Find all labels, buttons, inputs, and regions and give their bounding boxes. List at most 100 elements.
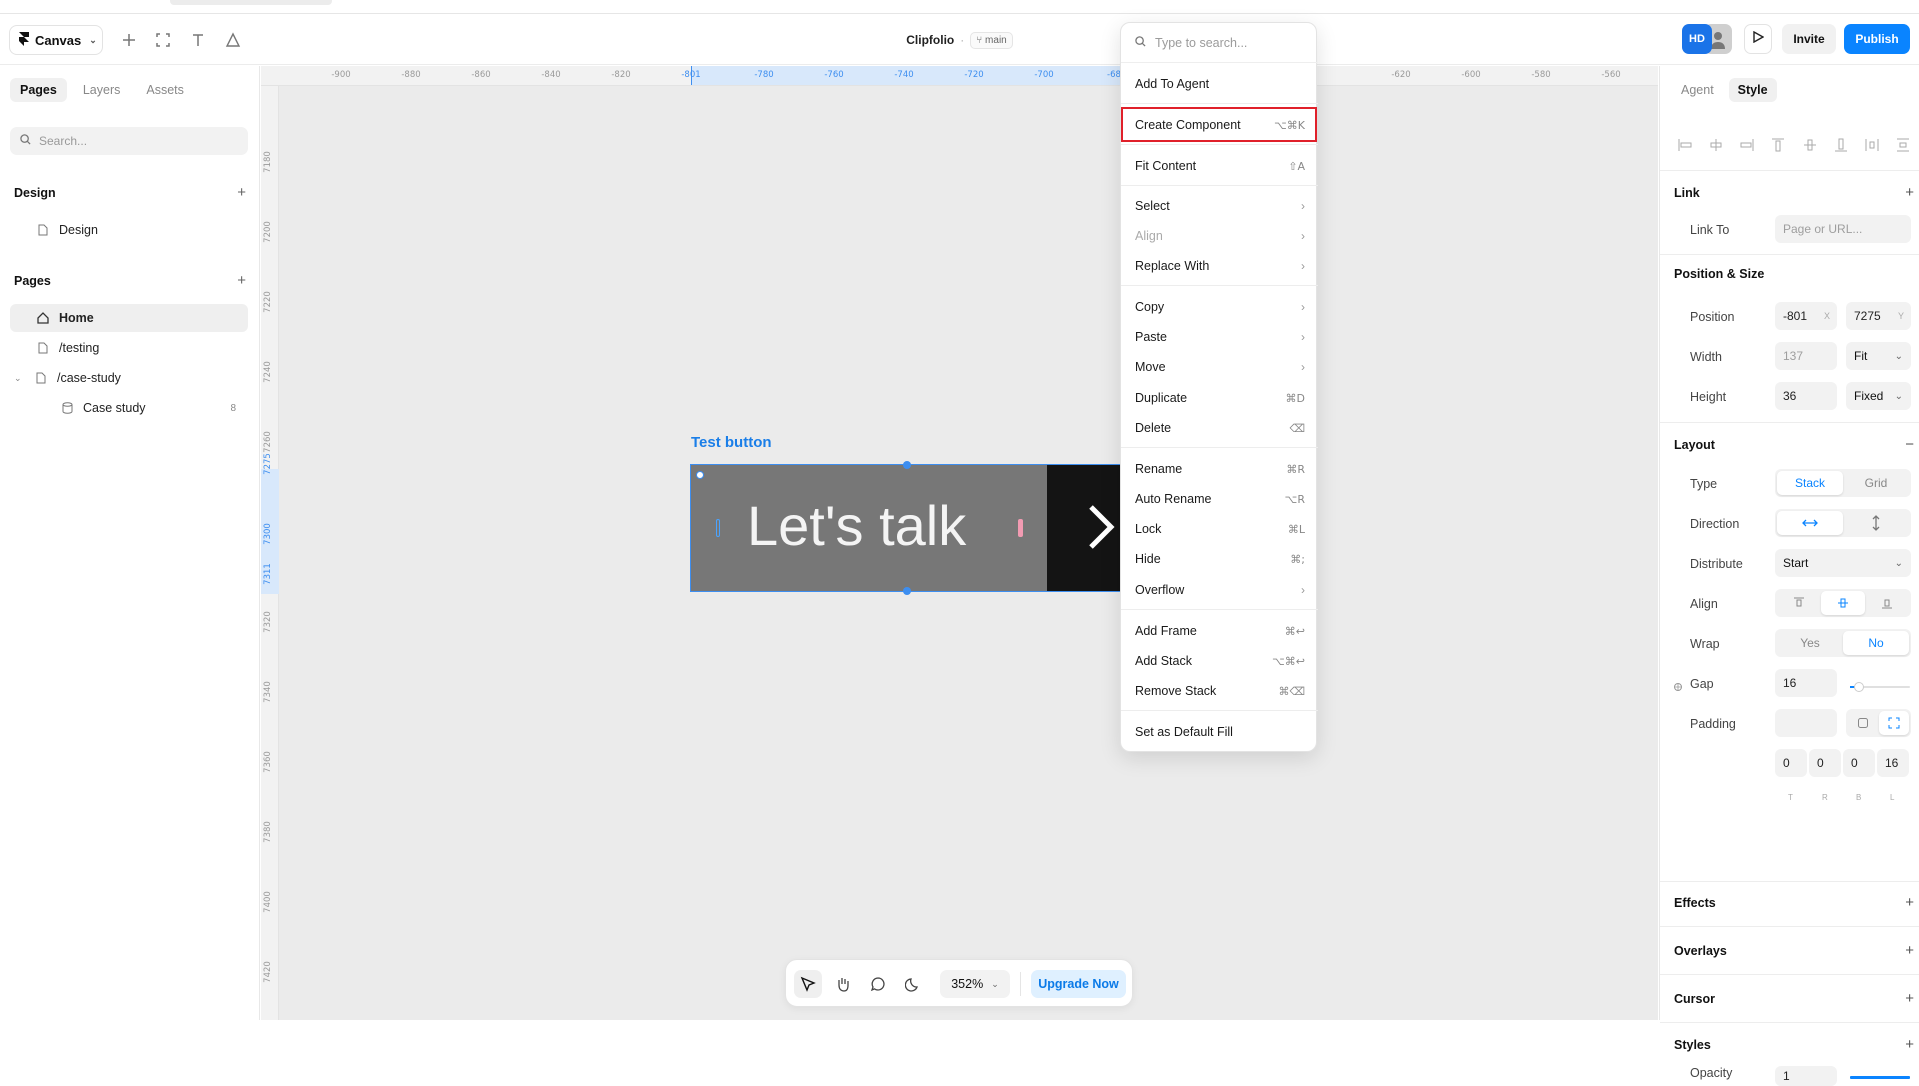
add-page-plus-icon[interactable]: + — [237, 272, 246, 289]
publish-button[interactable]: Publish — [1844, 24, 1910, 54]
design-item[interactable]: Design — [10, 216, 248, 244]
page-item-testing[interactable]: /testing — [10, 334, 248, 362]
menu-item-add-to-agent[interactable]: Add To Agent — [1135, 73, 1305, 95]
opacity-input[interactable]: 1 — [1775, 1066, 1837, 1086]
padding-mode-segmented[interactable] — [1846, 709, 1911, 737]
padding-input[interactable] — [1775, 709, 1837, 737]
menu-item-remove-stack[interactable]: Remove Stack ⌘⌫ — [1135, 680, 1305, 702]
height-input[interactable]: 36 — [1775, 382, 1837, 410]
add-link-plus-icon[interactable]: + — [1905, 184, 1914, 201]
menu-search-input[interactable]: Type to search... — [1121, 23, 1318, 63]
resize-handle-top[interactable] — [903, 461, 911, 469]
distribute-select[interactable]: Start ⌄ — [1775, 549, 1911, 577]
align-center-h-icon[interactable] — [1705, 134, 1727, 156]
position-y-input[interactable]: 7275 Y — [1846, 302, 1911, 330]
add-overlay-plus-icon[interactable]: + — [1905, 942, 1914, 959]
align-bottom-icon[interactable] — [1830, 134, 1852, 156]
invite-button[interactable]: Invite — [1782, 24, 1836, 54]
align-top-option-icon[interactable] — [1777, 591, 1821, 615]
tab-style[interactable]: Style — [1728, 78, 1777, 102]
dark-mode-moon-icon[interactable] — [899, 970, 927, 998]
align-center-option-icon[interactable] — [1821, 591, 1865, 615]
gap-link-icon[interactable] — [1673, 679, 1683, 697]
page-item-case-study-cms[interactable]: Case study 8 — [10, 394, 248, 422]
menu-item-copy[interactable]: Copy › — [1135, 296, 1305, 318]
menu-item-replace-with[interactable]: Replace With › — [1135, 255, 1305, 277]
type-grid-option[interactable]: Grid — [1843, 471, 1909, 495]
menu-item-add-frame[interactable]: Add Frame ⌘↩ — [1135, 620, 1305, 642]
comment-tool-icon[interactable] — [864, 970, 892, 998]
menu-item-rename[interactable]: Rename ⌘R — [1135, 458, 1305, 480]
avatar[interactable]: HD — [1682, 24, 1712, 54]
menu-item-select[interactable]: Select › — [1135, 195, 1305, 217]
menu-item-auto-rename[interactable]: Auto Rename ⌥R — [1135, 488, 1305, 510]
align-left-icon[interactable] — [1674, 134, 1696, 156]
cursor-tool-icon[interactable] — [794, 970, 822, 998]
padding-uniform-icon[interactable] — [1848, 711, 1879, 735]
gap-slider-thumb[interactable] — [1854, 682, 1864, 692]
frame-label[interactable]: Test button — [691, 434, 772, 451]
preview-play-button[interactable] — [1744, 24, 1772, 54]
button-arrow-section[interactable] — [1047, 465, 1123, 591]
distribute-vertical-icon[interactable] — [1892, 134, 1914, 156]
add-effect-plus-icon[interactable]: + — [1905, 894, 1914, 911]
align-top-icon[interactable] — [1767, 134, 1789, 156]
align-segmented[interactable] — [1775, 589, 1911, 617]
selected-frame-test-button[interactable]: Let's talk — [690, 464, 1124, 592]
padding-top-input[interactable]: 0 — [1775, 749, 1807, 777]
project-name[interactable]: Clipfolio — [906, 33, 954, 47]
padding-individual-icon[interactable] — [1878, 711, 1909, 735]
tab-assets[interactable]: Assets — [136, 78, 194, 102]
layout-type-segmented[interactable]: Stack Grid — [1775, 469, 1911, 497]
page-item-home[interactable]: Home — [10, 304, 248, 332]
menu-item-move[interactable]: Move › — [1135, 356, 1305, 378]
menu-item-add-stack[interactable]: Add Stack ⌥⌘↩ — [1135, 650, 1305, 672]
chevron-down-icon[interactable]: ⌄ — [14, 373, 26, 384]
height-mode-select[interactable]: Fixed ⌄ — [1846, 382, 1911, 410]
resize-handle-corner[interactable] — [696, 471, 704, 479]
distribute-horizontal-icon[interactable] — [1861, 134, 1883, 156]
menu-item-paste[interactable]: Paste › — [1135, 326, 1305, 348]
menu-item-hide[interactable]: Hide ⌘; — [1135, 548, 1305, 570]
upgrade-now-button[interactable]: Upgrade Now — [1031, 970, 1126, 998]
wrap-segmented[interactable]: Yes No — [1775, 629, 1911, 657]
tab-pages[interactable]: Pages — [10, 78, 67, 102]
width-input[interactable]: 137 — [1775, 342, 1837, 370]
add-design-plus-icon[interactable]: + — [237, 184, 246, 201]
type-stack-option[interactable]: Stack — [1777, 471, 1843, 495]
branch-badge[interactable]: ⑂ main — [970, 31, 1013, 49]
link-to-input[interactable]: Page or URL... — [1775, 215, 1911, 243]
pages-search-input[interactable]: Search... — [10, 127, 248, 155]
button-text[interactable]: Let's talk — [747, 493, 966, 558]
collaborator-avatars[interactable]: HD — [1682, 24, 1734, 54]
opacity-slider[interactable] — [1850, 1076, 1910, 1079]
padding-left-input[interactable]: 16 — [1877, 749, 1909, 777]
padding-bottom-input[interactable]: 0 — [1843, 749, 1875, 777]
menu-item-lock[interactable]: Lock ⌘L — [1135, 518, 1305, 540]
page-item-case-study[interactable]: ⌄ /case-study — [10, 364, 248, 392]
gap-input[interactable]: 16 — [1775, 669, 1837, 697]
canvas-area[interactable]: Test button Let's talk 352% ⌄ Upgrade No… — [261, 66, 1658, 1020]
width-mode-select[interactable]: Fit ⌄ — [1846, 342, 1911, 370]
tab-layers[interactable]: Layers — [73, 78, 131, 102]
collapse-minus-icon[interactable]: − — [1905, 436, 1914, 453]
align-bottom-option-icon[interactable] — [1865, 591, 1909, 615]
tab-agent[interactable]: Agent — [1672, 78, 1723, 102]
direction-segmented[interactable] — [1775, 509, 1911, 537]
wrap-yes-option[interactable]: Yes — [1777, 631, 1843, 655]
hand-tool-icon[interactable] — [829, 970, 857, 998]
wrap-no-option[interactable]: No — [1843, 631, 1909, 655]
menu-item-overflow[interactable]: Overflow › — [1135, 579, 1305, 601]
add-style-plus-icon[interactable]: + — [1905, 1036, 1914, 1053]
resize-handle-bottom[interactable] — [903, 587, 911, 595]
zoom-dropdown[interactable]: 352% ⌄ — [940, 970, 1010, 998]
align-right-icon[interactable] — [1736, 134, 1758, 156]
menu-item-delete[interactable]: Delete ⌫ — [1135, 417, 1305, 439]
position-x-input[interactable]: -801 X — [1775, 302, 1837, 330]
menu-item-set-as-default-fill[interactable]: Set as Default Fill — [1135, 721, 1305, 743]
direction-horizontal-icon[interactable] — [1777, 511, 1843, 535]
menu-item-duplicate[interactable]: Duplicate ⌘D — [1135, 387, 1305, 409]
align-center-v-icon[interactable] — [1799, 134, 1821, 156]
add-cursor-plus-icon[interactable]: + — [1905, 990, 1914, 1007]
menu-item-fit-content[interactable]: Fit Content ⇧A — [1135, 155, 1305, 177]
